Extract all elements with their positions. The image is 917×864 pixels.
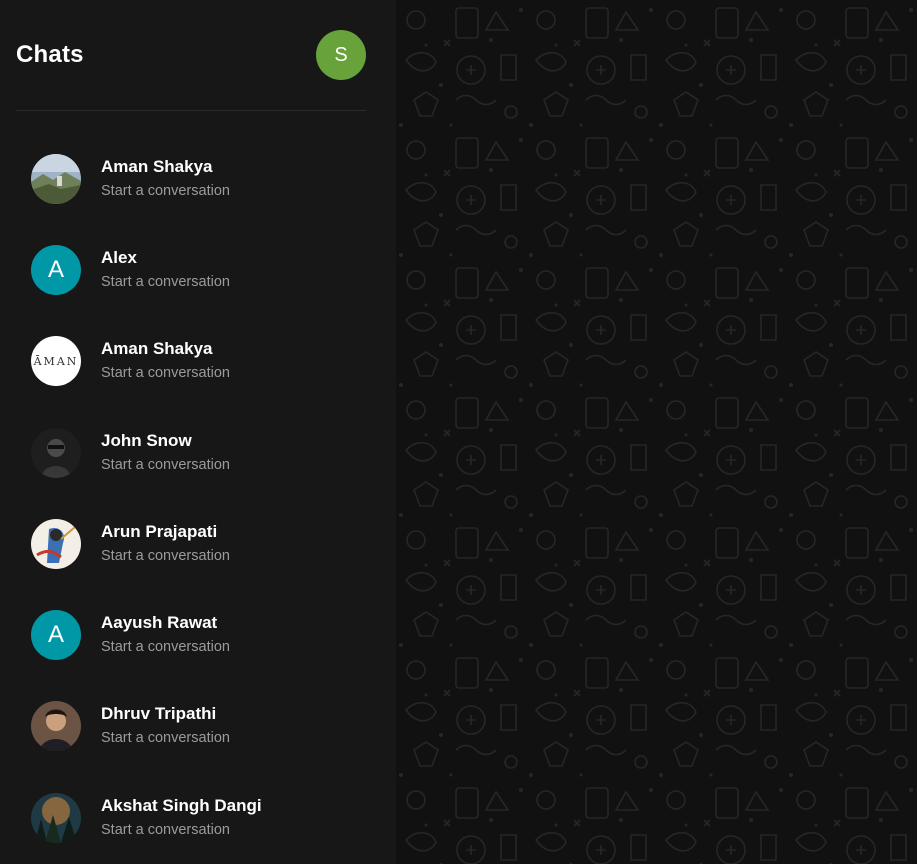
chat-subtitle: Start a conversation — [101, 456, 230, 473]
chat-list-item[interactable]: ĀMAN Aman Shakya Start a conversation — [16, 316, 366, 407]
chat-subtitle: Start a conversation — [101, 821, 230, 838]
avatar: A — [31, 610, 81, 661]
chat-subtitle: Start a conversation — [101, 365, 230, 382]
chat-subtitle: Start a conversation — [101, 730, 230, 747]
chat-list-item[interactable]: Arun Prajapati Start a conversation — [16, 498, 366, 589]
dark-portrait-avatar-icon — [31, 427, 81, 478]
chat-list-item[interactable]: John Snow Start a conversation — [16, 407, 366, 498]
chat-name: Alex — [101, 247, 137, 267]
chat-name: Arun Prajapati — [101, 521, 218, 541]
avatar: A — [31, 244, 81, 295]
avatar — [31, 701, 81, 752]
chat-list-item[interactable]: A Aayush Rawat Start a conversation — [16, 589, 366, 680]
chat-list-item[interactable]: Dhruv Tripathi Start a conversation — [16, 681, 366, 772]
app-window: Chats S Aman Shakya Start a conversation — [0, 0, 917, 864]
chat-name: Aman Shakya — [101, 339, 213, 359]
page-title: Chats — [16, 41, 84, 68]
chat-meta: Dhruv Tripathi Start a conversation — [101, 703, 230, 749]
chat-name: Aayush Rawat — [101, 613, 218, 633]
chat-list: Aman Shakya Start a conversation A Alex … — [16, 133, 366, 863]
chat-meta: Akshat Singh Dangi Start a conversation — [101, 795, 262, 841]
chat-list-item[interactable]: Akshat Singh Dangi Start a conversation — [16, 772, 366, 863]
chat-subtitle: Start a conversation — [101, 182, 230, 199]
chat-meta: Alex Start a conversation — [101, 247, 230, 293]
chat-meta: Aayush Rawat Start a conversation — [101, 612, 230, 658]
chat-sidebar: Chats S Aman Shakya Start a conversation — [0, 0, 396, 864]
chat-meta: Aman Shakya Start a conversation — [101, 156, 230, 202]
chat-subtitle: Start a conversation — [101, 273, 230, 290]
chat-meta: John Snow Start a conversation — [101, 430, 230, 476]
avatar — [31, 518, 81, 569]
chat-list-item[interactable]: Aman Shakya Start a conversation — [16, 133, 366, 224]
avatar — [31, 153, 81, 204]
chat-subtitle: Start a conversation — [101, 547, 230, 564]
sidebar-header: Chats S — [16, 0, 366, 111]
chat-name: Aman Shakya — [101, 156, 213, 176]
portrait-avatar-icon — [31, 701, 81, 752]
chat-background-panel — [396, 0, 917, 864]
chat-meta: Aman Shakya Start a conversation — [101, 338, 230, 384]
forest-avatar-icon — [31, 792, 81, 843]
chat-name: John Snow — [101, 430, 192, 450]
chat-list-item[interactable]: A Alex Start a conversation — [16, 224, 366, 315]
profile-avatar-button[interactable]: S — [316, 30, 366, 80]
landscape-avatar-icon — [31, 153, 81, 204]
avatar — [31, 792, 81, 843]
illustration-avatar-icon — [31, 518, 81, 569]
avatar: ĀMAN — [31, 336, 81, 387]
chat-name: Akshat Singh Dangi — [101, 795, 262, 815]
doodle-pattern-background — [396, 0, 917, 864]
avatar — [31, 427, 81, 478]
chat-name: Dhruv Tripathi — [101, 704, 217, 724]
chat-subtitle: Start a conversation — [101, 639, 230, 656]
chat-meta: Arun Prajapati Start a conversation — [101, 521, 230, 567]
